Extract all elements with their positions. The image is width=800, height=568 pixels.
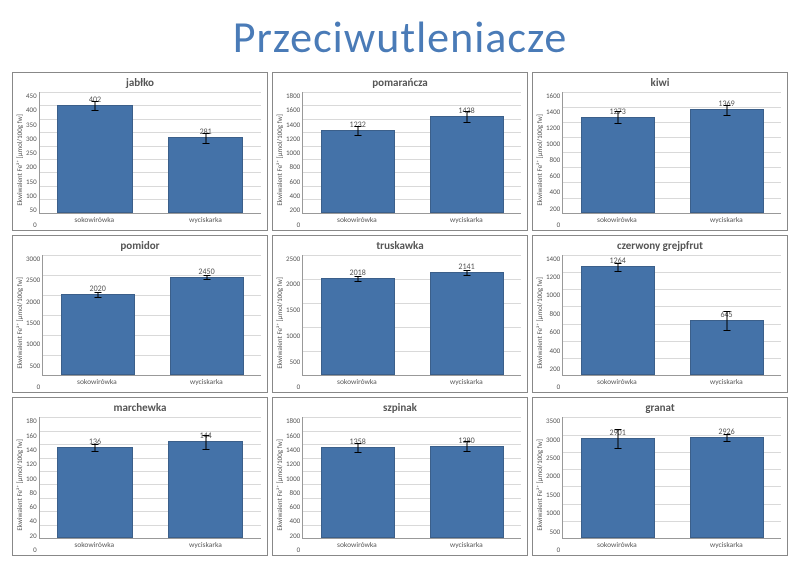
bar-0: 136 <box>57 417 132 538</box>
plot-area: 2018 2141 <box>302 255 521 377</box>
bar-0: 1264 <box>581 255 655 376</box>
chart-title: szpinak <box>273 398 527 415</box>
y-axis-label: Ekwiwalent Fe²⁺ [µmol/100g fw] <box>15 417 24 553</box>
x-axis-labels: sokowirówkawyciskarka <box>302 539 521 553</box>
y-axis-ticks: 050010001500200025003000 <box>24 255 42 391</box>
chart-title: marchewka <box>13 398 267 415</box>
y-axis-ticks: 050100150200250300350400450 <box>24 92 39 228</box>
plot-area: 2901 2926 <box>562 417 781 539</box>
chart-title: granat <box>533 398 787 415</box>
chart-grid: jabłkoEkwiwalent Fe²⁺ [µmol/100g fw]0501… <box>0 72 800 568</box>
x-axis-labels: sokowirówkawyciskarka <box>39 539 261 553</box>
chart-title: kiwi <box>533 73 787 90</box>
chart-title: truskawka <box>273 236 527 253</box>
y-axis-label: Ekwiwalent Fe²⁺ [µmol/100g fw] <box>275 255 284 391</box>
y-axis-label: Ekwiwalent Fe²⁺ [µmol/100g fw] <box>535 255 544 391</box>
y-axis-label: Ekwiwalent Fe²⁺ [µmol/100g fw] <box>275 92 284 228</box>
chart-6: marchewka Ekwiwalent Fe²⁺ [µmol/100g fw]0… <box>12 397 268 556</box>
chart-title: czerwony grejpfrut <box>533 236 787 253</box>
y-axis-ticks: 020040060080010001200140016001800 <box>284 92 302 228</box>
y-axis-ticks: 020040060080010001200140016001800 <box>284 417 302 553</box>
x-axis-labels: sokowirówkawyciskarka <box>562 376 781 390</box>
chart-4: truskawka Ekwiwalent Fe²⁺ [µmol/100g fw]0… <box>272 235 528 394</box>
y-axis-label: Ekwiwalent Fe²⁺ [µmol/100g fw] <box>15 255 24 391</box>
x-axis-labels: sokowirówkawyciskarka <box>39 214 261 228</box>
bar-1: 1380 <box>430 417 504 538</box>
bar-0: 2020 <box>61 255 135 376</box>
x-axis-labels: sokowirówkawyciskarka <box>42 376 261 390</box>
chart-3: pomidor Ekwiwalent Fe²⁺ [µmol/100g fw]050… <box>12 235 268 394</box>
bar-0: 402 <box>57 92 132 213</box>
bar-1: 281 <box>168 92 243 213</box>
bar-0: 2018 <box>321 255 395 376</box>
plot-area: 1232 1438 <box>302 92 521 214</box>
chart-title: jabłko <box>13 73 267 90</box>
bar-0: 1358 <box>321 417 395 538</box>
page-title: Przeciwutleniacze <box>0 0 800 72</box>
chart-8: granat Ekwiwalent Fe²⁺ [µmol/100g fw]0500… <box>532 397 788 556</box>
chart-0: jabłko Ekwiwalent Fe²⁺ [µmol/100g fw]0501… <box>12 72 268 231</box>
bar-1: 2926 <box>690 417 764 538</box>
x-axis-labels: sokowirówkawyciskarka <box>562 539 781 553</box>
plot-area: 2020 2450 <box>42 255 261 377</box>
y-axis-ticks: 0500100015002000250030003500 <box>544 417 562 553</box>
bar-1: 645 <box>690 255 764 376</box>
plot-area: 1264 645 <box>562 255 781 377</box>
plot-area: 136 144 <box>39 417 261 539</box>
y-axis-label: Ekwiwalent Fe²⁺ [µmol/100g fw] <box>15 92 24 228</box>
chart-2: kiwi Ekwiwalent Fe²⁺ [µmol/100g fw]020040… <box>532 72 788 231</box>
x-axis-labels: sokowirówkawyciskarka <box>302 214 521 228</box>
chart-title: pomarańcza <box>273 73 527 90</box>
plot-area: 1273 1369 <box>562 92 781 214</box>
chart-5: czerwony grejpfrut Ekwiwalent Fe²⁺ [µmol/… <box>532 235 788 394</box>
y-axis-ticks: 020406080100120140160180 <box>24 417 39 553</box>
chart-1: pomarańcza Ekwiwalent Fe²⁺ [µmol/100g fw]… <box>272 72 528 231</box>
bar-1: 144 <box>168 417 243 538</box>
y-axis-ticks: 05001000150020002500 <box>284 255 302 391</box>
y-axis-label: Ekwiwalent Fe²⁺ [µmol/100g fw] <box>535 417 544 553</box>
bar-1: 2141 <box>430 255 504 376</box>
y-axis-ticks: 0200400600800100012001400 <box>544 255 562 391</box>
plot-area: 1358 1380 <box>302 417 521 539</box>
x-axis-labels: sokowirówkawyciskarka <box>562 214 781 228</box>
y-axis-label: Ekwiwalent Fe²⁺ [µmol/100g fw] <box>535 92 544 228</box>
x-axis-labels: sokowirówkawyciskarka <box>302 376 521 390</box>
y-axis-label: Ekwiwalent Fe²⁺ [µmol/100g fw] <box>275 417 284 553</box>
y-axis-ticks: 02004006008001000120014001600 <box>544 92 562 228</box>
bar-1: 1438 <box>430 92 504 213</box>
bar-0: 1232 <box>321 92 395 213</box>
bar-1: 1369 <box>690 92 764 213</box>
plot-area: 402 281 <box>39 92 261 214</box>
bar-1: 2450 <box>170 255 244 376</box>
chart-7: szpinak Ekwiwalent Fe²⁺ [µmol/100g fw]020… <box>272 397 528 556</box>
chart-title: pomidor <box>13 236 267 253</box>
bar-0: 2901 <box>581 417 655 538</box>
bar-0: 1273 <box>581 92 655 213</box>
